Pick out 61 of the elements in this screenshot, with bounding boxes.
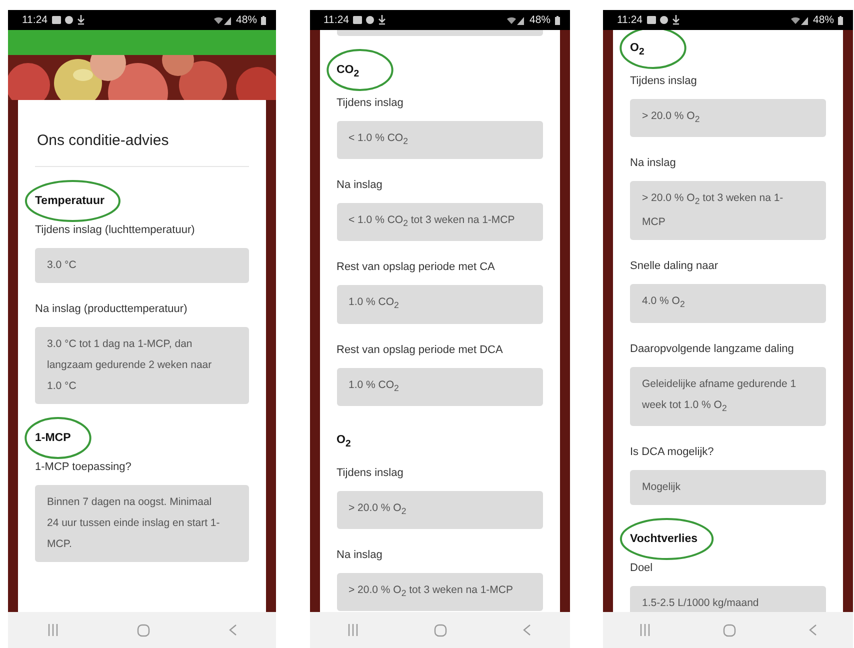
field-label: Tijdens inslag <box>336 96 404 112</box>
section-heading: CO$_{2}$ <box>336 64 360 76</box>
notification-icons <box>52 15 86 25</box>
notification-icons <box>353 15 387 25</box>
back-icon[interactable] <box>523 624 532 636</box>
field-label: Tijdens inslag <box>630 74 698 90</box>
field-label: Rest van opslag periode met CA <box>336 260 496 276</box>
field-label: Rest van opslag periode met DCA <box>336 342 504 358</box>
battery-icon <box>554 16 560 24</box>
field-label: Na inslag <box>336 178 384 194</box>
recent-apps-icon[interactable] <box>48 624 58 636</box>
value-field: > 20.0 % O$_{2}$ tot 3 weken na 1-MCP <box>630 181 826 240</box>
battery-level: 48% <box>236 14 257 26</box>
section-heading: Temperatuur <box>35 195 104 207</box>
value-field: 1.5-2.5 L/1000 kg/maand <box>630 586 826 612</box>
field-label: Tijdens inslag <box>336 466 404 481</box>
recent-apps-icon[interactable] <box>348 624 358 636</box>
value-field: 3.0 °C <box>35 248 249 283</box>
value-field: 3.0 °C tot 1 dag na 1-MCP, dan langzaam gedurende 2 weken naar 1.0 °C <box>35 327 249 404</box>
field-label: Is DCA mogelijk? <box>630 444 715 460</box>
home-icon[interactable] <box>722 624 736 636</box>
battery-icon <box>261 16 266 24</box>
signal-icon <box>507 16 526 24</box>
recent-apps-icon[interactable] <box>640 624 650 636</box>
notification-icons <box>646 15 680 25</box>
signal-icon <box>214 16 232 24</box>
signal-icon <box>790 16 809 24</box>
value-field: 1.0 % CO$_{2}$ <box>336 368 542 406</box>
value-field: > 20.0 % O$_{2}$ tot 3 weken na 1-MCP <box>336 573 542 612</box>
field-label: Doel <box>630 560 654 576</box>
section-heading: O$_{2}$ <box>336 434 351 446</box>
value-field: > 20.0 % O$_{2}$ <box>336 490 542 530</box>
value-field: Mogelijk <box>630 470 826 505</box>
value-field: 4.0 % O$_{2}$ <box>630 284 826 323</box>
value-field: < 1.0 % CO$_{2}$ <box>336 121 542 160</box>
back-icon[interactable] <box>808 624 816 636</box>
field-label: Snelle daling naar <box>630 259 720 274</box>
field-label: Tijdens inslag (luchttemperatuur) <box>35 223 196 238</box>
value-field: < 1.0 % CO$_{2}$ tot 3 weken na 1-MCP <box>336 203 542 242</box>
section-heading: O$_{2}$ <box>630 42 644 54</box>
value-field: > 20.0 % O$_{2}$ <box>630 99 826 138</box>
status-time: 11:24 <box>22 14 48 26</box>
field-label: Daaropvolgende langzame daling <box>630 342 795 357</box>
battery-level: 48% <box>812 14 834 26</box>
status-time: 11:24 <box>324 14 349 26</box>
battery-level: 48% <box>529 14 550 26</box>
value-field: 1.0 % CO$_{2}$ <box>336 285 542 324</box>
field-label: Na inslag (producttemperatuur) <box>35 302 188 317</box>
status-time: 11:24 <box>617 14 642 26</box>
value-field: Binnen 7 dagen na oogst. Minimaal 24 uur tussen einde inslag en start 1-MCP. <box>35 485 249 562</box>
field-label: Na inslag <box>630 156 677 172</box>
value-field: Geleidelijke afname gedurende 1 week tot 1.0 % O$_{2}$ <box>630 366 826 426</box>
back-icon[interactable] <box>228 624 236 636</box>
field-label: Na inslag <box>336 548 384 564</box>
battery-icon <box>838 16 843 24</box>
home-icon[interactable] <box>136 624 150 636</box>
section-heading: Vochtverlies <box>630 532 698 545</box>
field-label: 1-MCP toepassing? <box>35 460 132 475</box>
section-heading: 1-MCP <box>35 432 71 444</box>
home-icon[interactable] <box>434 624 447 636</box>
card-title: Ons conditie-advies <box>36 131 170 151</box>
